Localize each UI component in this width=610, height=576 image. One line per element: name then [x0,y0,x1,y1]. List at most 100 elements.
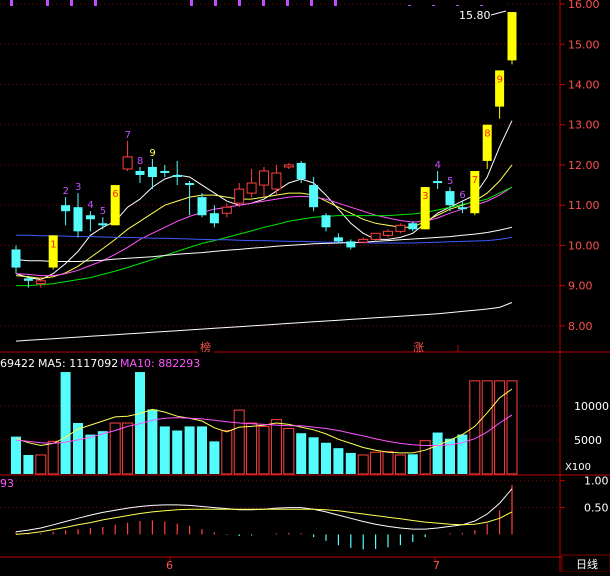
macd-line [15,488,513,533]
candle-body [135,170,145,175]
x-axis-label-6: 6 [166,559,173,572]
volume-bar [382,451,394,475]
volume-bar [394,454,406,475]
period-button-daily[interactable]: 日线 [576,557,598,571]
candle-body [259,170,269,186]
price-tick-label: 12.00 [568,159,600,172]
board-count-label: 6 [112,189,118,200]
top-period-tick [46,0,49,6]
volume-legend-ma10: MA10: 882293 [120,357,200,370]
candle-body [98,223,108,226]
volume-tick-label: 5000 [574,434,602,447]
top-period-tick [94,0,97,6]
top-mask [405,0,505,5]
candle-body [395,224,406,232]
volume-bars [11,372,518,475]
candle-body [445,191,455,206]
volume-bar [184,426,195,474]
volume-bar [258,425,270,475]
high-price-leader [490,10,507,16]
board-count-label: 9 [149,148,155,159]
axis-tick-labels: 16.00 15.00 14.00 13.00 12.00 11.00 10.00 9.00 8… [560,0,609,515]
volume-bar [246,422,258,475]
board-count-label: 9 [497,74,503,85]
stock-chart-window: 1234567893456789 16.00 15.00 14.00 13.00 12.… [0,0,610,573]
volume-bar [308,437,319,474]
volume-bar [209,441,220,474]
board-count-label: 2 [63,186,69,197]
volume-bar [221,429,233,475]
volume-bar [197,426,207,474]
candle-body [61,205,71,212]
zhang-marker: 涨 [413,341,424,354]
volume-bar [270,419,282,475]
price-tick-label: 8.00 [568,320,593,333]
macd-bars [15,484,513,550]
x-axis-label-7: 7 [433,559,440,572]
volume-bar [85,434,96,474]
candle-body [221,206,232,214]
price-ma-line [15,302,513,342]
top-period-markers [10,0,505,6]
candle-body [383,230,393,236]
price-ma-line [16,234,513,244]
board-count-label: 8 [137,156,143,167]
top-period-tick [310,0,313,6]
candle-body [358,238,369,243]
macd-lines [15,488,513,535]
candlestick-chart-svg[interactable]: 12 34567893456789 16.0015.0014.0013.0012.… [0,0,610,573]
macd-tick-label: 1.00 [584,475,609,488]
candle-body [147,166,157,178]
volume-bar [47,440,59,475]
volume-legend-ma5: MA5: 1117092 [38,357,118,370]
candle-body [333,237,343,242]
board-count-label: 7 [472,175,478,186]
board-count-label: 5 [447,176,453,187]
volume-bar [432,432,443,474]
volume-bar [122,422,134,475]
candle-body [370,232,381,240]
candle-body [209,213,219,224]
volume-bar [147,409,158,474]
candle-body [408,223,418,230]
candle-body [457,207,467,210]
candle-body [73,207,83,232]
board-count-label: 4 [87,200,93,211]
volume-bar [481,380,493,475]
volume-bar [296,433,307,474]
volume-bar [60,372,71,474]
candle-body [85,215,95,220]
volume-bar [35,454,47,475]
board-count-label: 4 [435,160,441,171]
volume-bar [469,380,481,475]
candle-body [346,241,356,248]
volume-bar [97,431,108,474]
bang-marker: 榜 [200,340,211,354]
volume-bar [11,436,21,474]
candle-body [35,280,46,285]
volume-bar [321,442,331,474]
top-period-tick [70,0,73,6]
high-price-label: 15.80 [459,9,491,22]
volume-bar [370,451,382,475]
macd-legend: 93 [0,477,14,490]
volume-bar [357,454,369,475]
board-count-label: 1 [50,239,56,250]
candle-body [507,12,517,61]
candle-body [296,162,306,180]
candle-body [309,185,319,208]
macd-tick-label: 0.50 [584,502,609,515]
top-period-tick [10,0,13,6]
price-tick-label: 14.00 [568,78,600,91]
volume-bar [407,454,418,474]
candle-body [185,183,195,186]
volume-bar [345,452,356,474]
volume-bar [506,380,518,475]
price-ma-line [15,226,513,262]
board-count-label: 5 [100,206,106,217]
candle-body [197,197,207,216]
volume-bar [159,426,170,474]
candle-body [271,172,282,190]
price-tick-label: 10.00 [568,239,600,252]
price-tick-label: 16.00 [568,0,600,11]
